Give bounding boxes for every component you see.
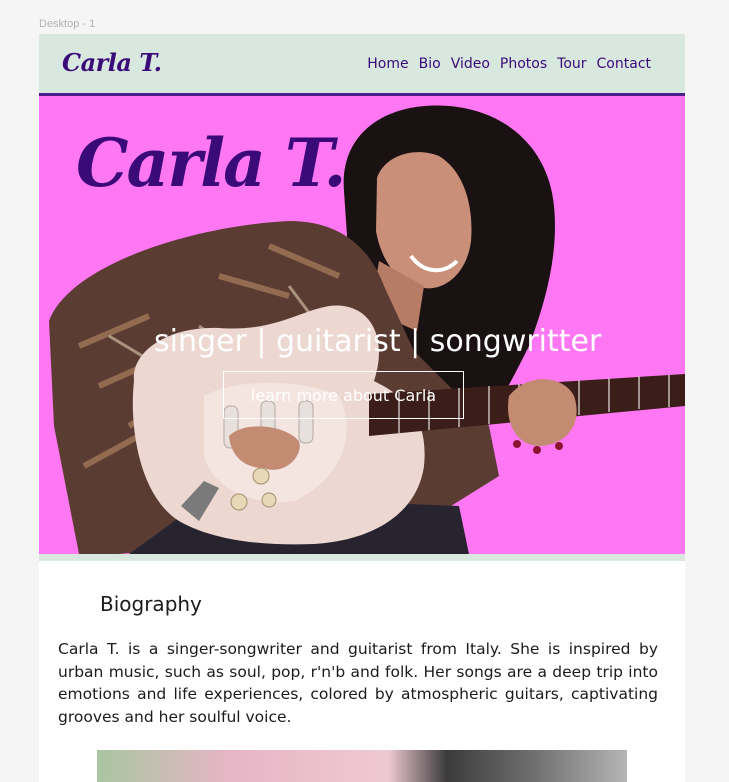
page-frame: Carla T. Home Bio Video Photos Tour Cont… [39, 34, 685, 782]
bio-text: Carla T. is a singer-songwriter and guit… [58, 640, 658, 726]
learn-more-button[interactable]: learn more about Carla [223, 371, 464, 419]
frame-label: Desktop - 1 [39, 18, 96, 30]
nav-home[interactable]: Home [367, 56, 408, 72]
brand-logo[interactable]: Carla T. [62, 48, 162, 77]
main-nav: Home Bio Video Photos Tour Contact [367, 56, 651, 72]
nav-photos[interactable]: Photos [500, 56, 547, 72]
nav-video[interactable]: Video [451, 56, 490, 72]
bio-heading: Biography [100, 592, 202, 616]
nav-bio[interactable]: Bio [419, 56, 441, 72]
site-header: Carla T. Home Bio Video Photos Tour Cont… [39, 34, 685, 96]
nav-tour[interactable]: Tour [557, 56, 586, 72]
bio-photo [97, 750, 627, 782]
nav-contact[interactable]: Contact [597, 56, 651, 72]
hero-tagline: singer | guitarist | songwritter [154, 324, 602, 359]
hero-divider [39, 554, 685, 561]
right-hand [508, 379, 577, 446]
hero-section: Carla T. singer | guitarist | songwritte… [39, 96, 685, 554]
hero-title: Carla T. [76, 124, 346, 202]
